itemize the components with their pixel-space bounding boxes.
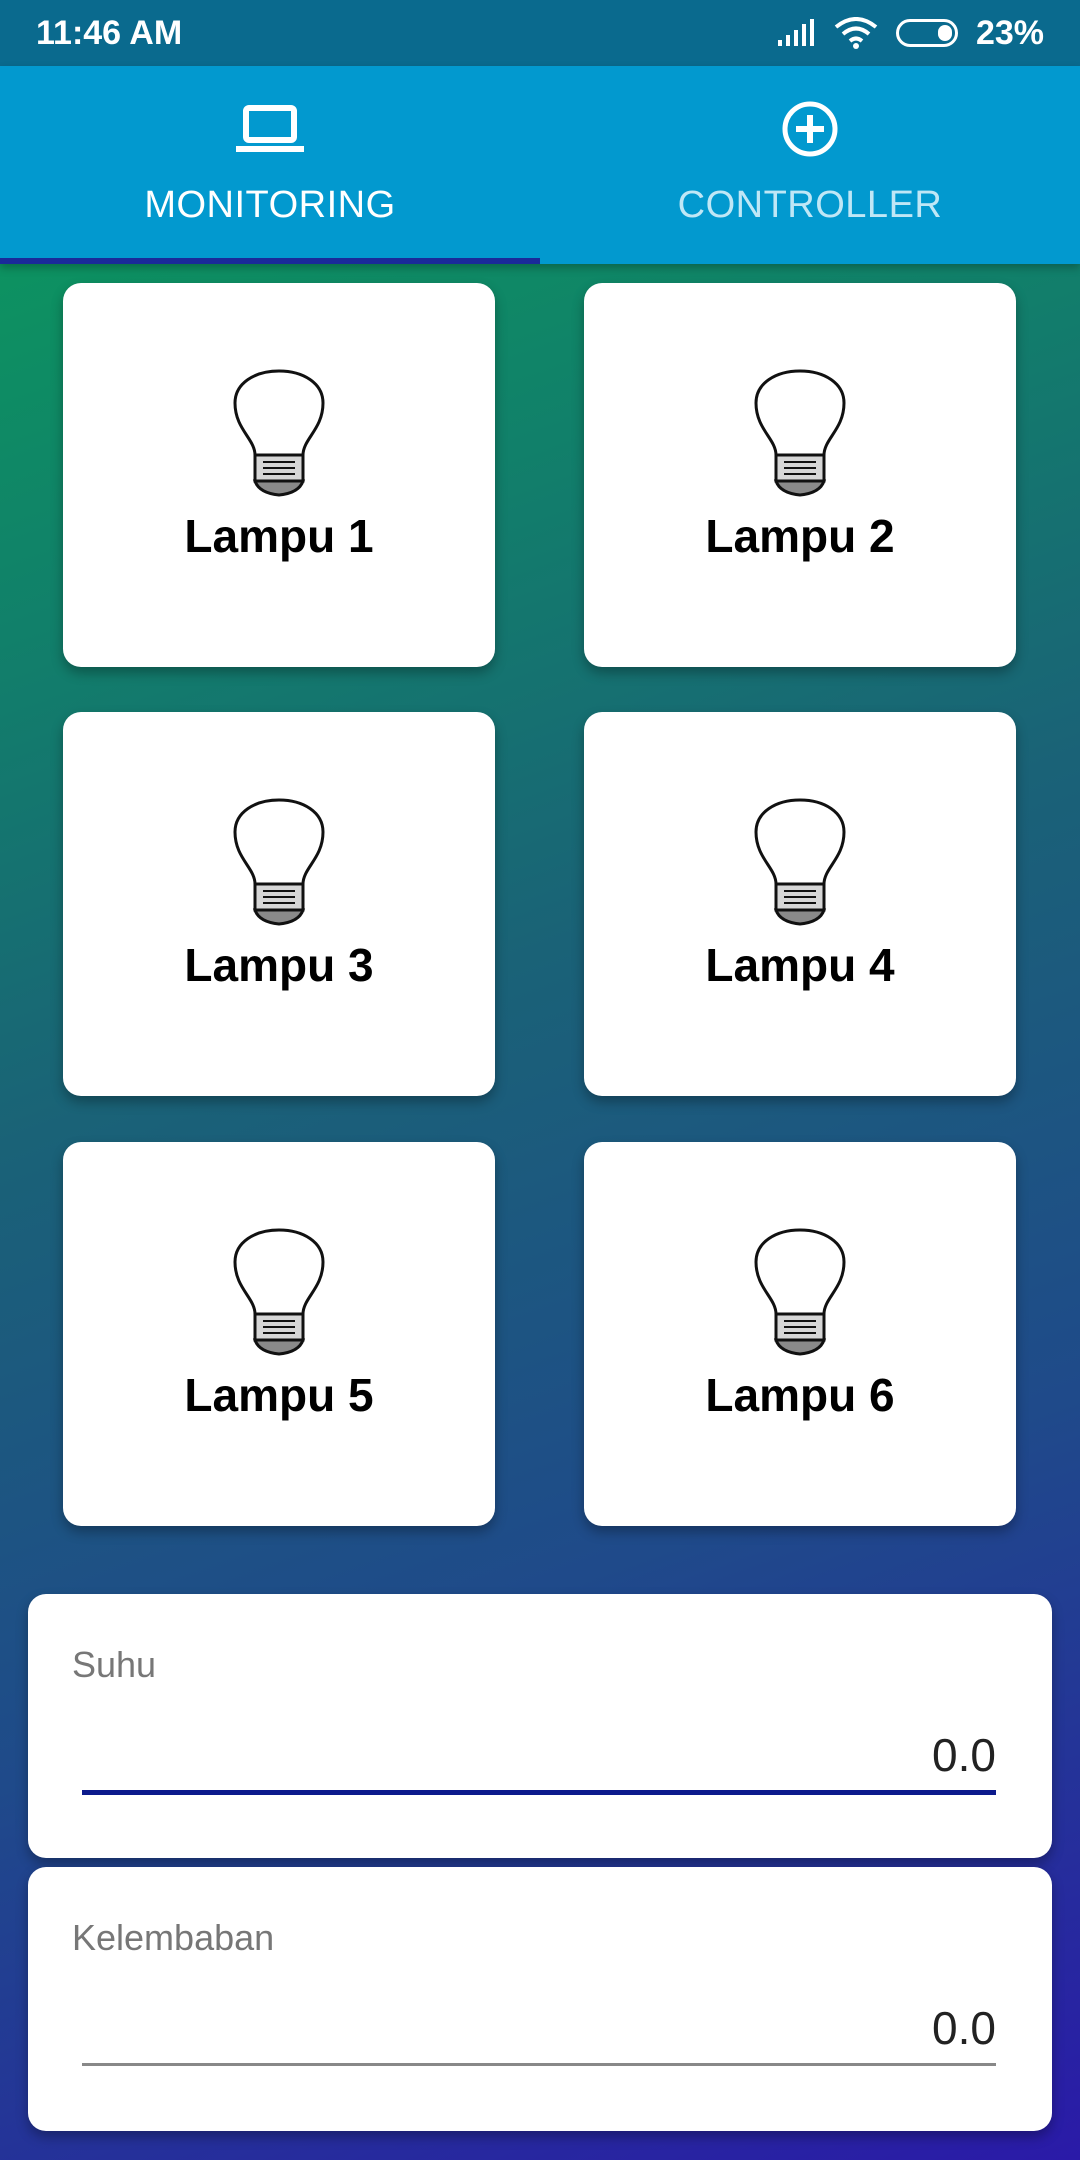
lamp-card-1[interactable]: Lampu 1 — [63, 283, 495, 667]
lamp-label: Lampu 6 — [705, 1369, 895, 1421]
lamp-card-4[interactable]: Lampu 4 — [584, 712, 1016, 1096]
status-bar: 11:46 AM 23% — [0, 0, 1080, 66]
suhu-panel: Suhu 0.0 — [28, 1594, 1052, 1858]
tab-selected-indicator — [0, 258, 540, 264]
suhu-field-underline — [82, 1790, 996, 1795]
tab-monitoring[interactable]: MONITORING — [0, 66, 540, 264]
lamp-label: Lampu 3 — [184, 939, 374, 991]
lamp-card-6[interactable]: Lampu 6 — [584, 1142, 1016, 1526]
lightbulb-icon — [754, 1228, 846, 1356]
plus-circle-icon — [781, 98, 839, 160]
kelembaban-label: Kelembaban — [72, 1917, 275, 1958]
status-time: 11:46 AM — [36, 13, 183, 52]
kelembaban-panel: Kelembaban 0.0 — [28, 1867, 1052, 2131]
tab-controller[interactable]: CONTROLLER — [540, 66, 1080, 264]
lightbulb-icon — [233, 798, 325, 926]
lightbulb-icon — [233, 369, 325, 497]
suhu-field[interactable]: 0.0 — [932, 1728, 996, 1782]
kelembaban-field[interactable]: 0.0 — [932, 2001, 996, 2055]
tab-controller-label: CONTROLLER — [677, 184, 943, 226]
kelembaban-field-underline — [82, 2063, 996, 2066]
lightbulb-icon — [754, 369, 846, 497]
lamp-label: Lampu 1 — [184, 510, 374, 562]
lamp-label: Lampu 5 — [184, 1369, 374, 1421]
signal-icon — [777, 19, 814, 46]
lightbulb-icon — [233, 1228, 325, 1356]
lamp-label: Lampu 4 — [705, 939, 895, 991]
battery-icon — [895, 19, 958, 47]
tab-bar: MONITORING CONTROLLER — [0, 66, 1080, 264]
battery-percent: 23% — [975, 13, 1044, 52]
lamp-card-5[interactable]: Lampu 5 — [63, 1142, 495, 1526]
suhu-label: Suhu — [72, 1644, 157, 1685]
lamp-card-3[interactable]: Lampu 3 — [63, 712, 495, 1096]
lightbulb-icon — [754, 798, 846, 926]
lamp-label: Lampu 2 — [705, 510, 895, 562]
wifi-icon — [834, 17, 878, 49]
laptop-icon — [235, 98, 305, 160]
status-icons: 23% — [776, 14, 1044, 53]
tab-monitoring-label: MONITORING — [144, 184, 396, 226]
lamp-card-2[interactable]: Lampu 2 — [584, 283, 1016, 667]
